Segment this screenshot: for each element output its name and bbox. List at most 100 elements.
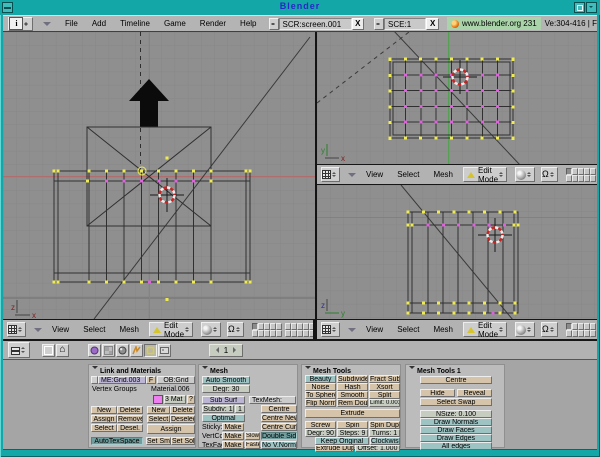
panel-header[interactable]: Mesh [202,366,228,375]
degr90-spinner[interactable]: Degr: 90 [305,429,336,437]
object-name-field[interactable]: OB:Grid [157,376,195,384]
mesh-browse-button[interactable] [91,376,98,384]
window-depth-gadget[interactable] [586,2,597,13]
header-collapse-icon[interactable] [348,328,356,336]
sticky-make-button[interactable]: Make [222,423,244,431]
vgroup-remove-button[interactable]: Remove [117,415,143,423]
slower-draw-button[interactable]: SlowerDraw [245,432,260,440]
material-assign-button[interactable]: Assign [147,424,195,434]
double-sided-toggle[interactable]: Double Sided [261,432,297,440]
menu-select[interactable]: Select [397,170,419,179]
spin-dup-button[interactable]: Spin Dup [369,421,400,429]
viewport-top[interactable]: y x [315,32,597,164]
screw-button[interactable]: Screw [305,421,336,429]
subdiv-spinner[interactable]: Subdiv: 1 [202,405,234,413]
xsort-button[interactable]: Xsort [369,383,400,391]
autotexspace-toggle[interactable]: AutoTexSpace [91,437,143,445]
draw-type-button[interactable] [515,167,535,182]
menu-view[interactable]: View [366,170,383,179]
faster-draw-button[interactable]: FasterDraw [245,441,260,449]
mode-dropdown[interactable]: Edit Mode [463,167,507,182]
material-delete-button[interactable]: Delete [170,406,195,414]
vertcol-make-button[interactable]: Make [222,432,244,440]
noise-button[interactable]: Noise [305,383,336,391]
draw-edges-toggle[interactable]: Draw Edges [420,434,492,442]
edit-buttons-icon[interactable] [144,344,157,357]
menu-timeline[interactable]: Timeline [120,19,150,28]
reveal-button[interactable]: Reveal [457,389,492,397]
screen-selector[interactable]: SCR:screen.001 [279,18,352,30]
menu-game[interactable]: Game [164,19,186,28]
extrude-button[interactable]: Extrude [305,409,400,418]
material-new-button[interactable]: New [147,406,170,414]
fract-sub-button[interactable]: Fract Sub [369,375,400,383]
menu-help[interactable]: Help [240,19,256,28]
viewport-front[interactable]: z x [3,32,317,319]
texture-buttons-icon[interactable] [102,344,115,357]
info-window-button[interactable]: i [8,17,33,31]
set-smooth-button[interactable]: Set Smooth [146,437,171,445]
menu-mesh[interactable]: Mesh [433,170,453,179]
offset-spinner[interactable]: Offset: 1.000 [355,445,400,452]
frame-next-icon[interactable] [233,347,239,353]
optimal-toggle[interactable]: Optimal [202,414,245,422]
lamp-buttons-icon[interactable] [88,344,101,357]
panel-header[interactable]: Mesh Tools 1 [409,366,461,375]
flip-norm-button[interactable]: Flip Norm [305,399,336,407]
limit-spinner[interactable]: Limit: 0.001 [369,399,400,407]
world-buttons-icon[interactable] [130,344,143,357]
material-select-button[interactable]: Select [147,415,170,423]
mode-dropdown[interactable]: Edit Mode [149,322,193,337]
subdivide-button[interactable]: Subdivide [337,375,368,383]
hash-button[interactable]: Hash [337,383,368,391]
degr-spinner[interactable]: Degr: 30 [202,385,250,393]
to-sphere-button[interactable]: To Sphere [305,391,336,399]
fake-user-button[interactable]: F [146,376,156,384]
clockwise-toggle[interactable]: Clockwise [370,437,400,445]
draw-type-button[interactable] [515,322,535,337]
subsurf-toggle[interactable]: Sub Surf [202,396,245,404]
layer-buttons[interactable] [252,323,315,337]
menu-select[interactable]: Select [83,325,105,334]
layer-buttons[interactable] [566,168,597,182]
draw-normals-toggle[interactable]: Draw Normals [420,418,492,426]
header-collapse-icon[interactable] [34,328,42,336]
viewport-side[interactable]: z y [315,185,597,319]
menu-mesh[interactable]: Mesh [433,325,453,334]
vgroup-delete-button[interactable]: Delete [117,406,143,414]
beauty-toggle[interactable]: Beauty [305,375,336,383]
paint-buttons-icon[interactable] [158,344,171,357]
centre-new-button[interactable]: Centre New [261,414,297,422]
select-swap-button[interactable]: Select Swap [420,398,492,406]
header-collapse-icon[interactable] [348,173,356,181]
texface-make-button[interactable]: Make [222,441,244,449]
vgroup-new-button[interactable]: New [91,406,117,414]
steps-spinner[interactable]: Steps: 9 [337,429,368,437]
turns-spinner[interactable]: Turns: 1 [369,429,400,437]
view-button[interactable] [42,344,55,357]
header-collapse-icon[interactable] [43,22,51,30]
screen-browse-button[interactable] [269,18,279,30]
menu-render[interactable]: Render [200,19,226,28]
set-solid-button[interactable]: Set Solid [171,437,195,445]
screen-close-button[interactable]: X [352,18,365,30]
menu-select[interactable]: Select [397,325,419,334]
frame-prev-icon[interactable] [213,347,219,353]
spin-button[interactable]: Spin [337,421,368,429]
centre-button[interactable]: Centre [420,376,492,384]
title-bar[interactable]: Blender [0,0,600,15]
vgroup-assign-button[interactable]: Assign [91,415,117,423]
mesh-datablock-field[interactable]: ME:Grid.003 [98,376,146,384]
subdiv-render-spinner[interactable]: 1 [235,405,245,413]
proportional-edit-button[interactable]: Ω [227,322,244,337]
centre-button[interactable]: Centre [261,405,297,413]
draw-faces-toggle[interactable]: Draw Faces [420,426,492,434]
smooth-button[interactable]: Smooth [337,391,368,399]
menu-file[interactable]: File [65,19,78,28]
panel-header[interactable]: Link and Materials [92,366,161,375]
material-index-spinner[interactable]: 3 Mat 2 [164,395,186,404]
vgroup-deselect-button[interactable]: Desel. [117,424,143,432]
vgroup-select-button[interactable]: Select [91,424,117,432]
no-vnormal-flip-toggle[interactable]: No V.Normal Flip [261,441,297,449]
draw-type-button[interactable] [201,322,221,337]
